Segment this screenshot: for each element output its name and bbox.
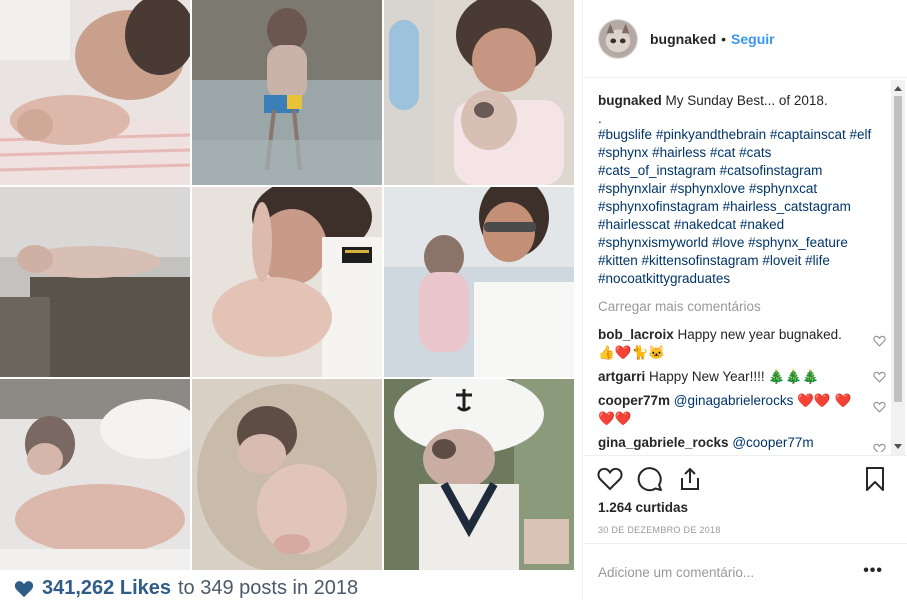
hashtag-link[interactable]: #cat [710, 145, 736, 160]
header-username[interactable]: bugnaked [650, 31, 716, 47]
hashtag-link[interactable]: #sphynxismyworld [598, 235, 708, 250]
hashtag-link[interactable]: #hairless [652, 145, 706, 160]
hashtag-link[interactable]: #cats [739, 145, 771, 160]
hashtag-link[interactable]: #captainscat [770, 127, 846, 142]
comment-like-icon[interactable] [873, 401, 886, 413]
hashtag-link[interactable]: #kittensofinstagram [642, 253, 759, 268]
hashtag-link[interactable]: #life [805, 253, 830, 268]
caption-dot: . [598, 111, 602, 126]
hashtag-link[interactable]: #nocoatkittygraduates [598, 271, 730, 286]
photo-cat-lying-bench [0, 187, 190, 377]
hashtag-link[interactable]: #pinkyandthebrain [656, 127, 766, 142]
comment-item: bob_lacroix Happy new year bugnaked. 👍❤️… [598, 326, 890, 362]
photo-woman-captain-cat [192, 187, 382, 377]
comment-item: artgarri Happy New Year!!!! 🎄🎄🎄 [598, 368, 890, 386]
comment-button[interactable] [637, 466, 663, 492]
comment-username[interactable]: gina_gabriele_rocks [598, 435, 729, 450]
save-button[interactable] [862, 466, 888, 492]
bookmark-icon [866, 467, 884, 491]
post-image[interactable]: 341,262 Likes to 349 posts in 2018 [0, 0, 574, 600]
photo-woman-sunglasses-cat [384, 187, 574, 377]
add-comment-input[interactable] [598, 562, 848, 582]
scroll-down-arrow-icon[interactable] [894, 444, 902, 449]
hashtag-link[interactable]: #sphynxlove [670, 181, 745, 196]
more-options-button[interactable]: ••• [863, 562, 883, 580]
photo-kitten-in-blanket [192, 379, 382, 570]
post-actions [583, 455, 907, 505]
likes-suffix: to 349 posts in 2018 [178, 577, 359, 599]
photo-cat-at-window [192, 0, 382, 185]
likes-count: 341,262 Likes [42, 577, 171, 599]
caption-text: My Sunday Best... of 2018. [665, 93, 828, 108]
likes-count-label[interactable]: 1.264 curtidas [598, 500, 688, 515]
post-sidebar: bugnaked • Seguir bugnaked My Sunday Bes… [582, 0, 907, 600]
hashtag-link[interactable]: #hairlesscat [598, 217, 670, 232]
hashtag-link[interactable]: #loveit [762, 253, 801, 268]
comments-scrollbar[interactable] [891, 80, 905, 455]
post-caption: bugnaked My Sunday Best... of 2018. [598, 92, 890, 110]
likes-summary: 341,262 Likes to 349 posts in 2018 [14, 577, 358, 600]
hashtag-link[interactable]: #sphynxofinstagram [598, 199, 719, 214]
comment-username[interactable]: bob_lacroix [598, 327, 674, 342]
comment-mention[interactable]: @ginagabrielerocks [674, 393, 794, 408]
hashtag-link[interactable]: #naked [740, 217, 784, 232]
hashtag-link[interactable]: #elf [850, 127, 872, 142]
load-more-comments-button[interactable]: Carregar mais comentários [598, 298, 890, 316]
hashtag-link[interactable]: #sphynx [598, 145, 648, 160]
photo-woman-hugging-cat-plane [384, 0, 574, 185]
photo-cat-on-bed [0, 379, 190, 570]
scroll-up-arrow-icon[interactable] [894, 86, 902, 91]
post-date: 30 DE DEZEMBRO DE 2018 [598, 525, 721, 535]
hashtag-link[interactable]: #nakedcat [674, 217, 736, 232]
hashtag-link[interactable]: #sphynx_feature [748, 235, 848, 250]
hashtag-link[interactable]: #catsofinstagram [720, 163, 823, 178]
caption-username[interactable]: bugnaked [598, 93, 662, 108]
hashtag-link[interactable]: #sphynxlair [598, 181, 666, 196]
follow-button[interactable]: Seguir [731, 31, 775, 47]
comment-username[interactable]: cooper77m [598, 393, 670, 408]
share-icon [681, 467, 699, 490]
comment-like-icon[interactable] [873, 371, 886, 383]
hashtag-link[interactable]: #cats_of_instagram [598, 163, 716, 178]
heart-icon [597, 467, 623, 491]
comment-text: Happy New Year!!!! 🎄🎄🎄 [649, 369, 819, 384]
avatar[interactable] [598, 18, 638, 59]
comment-bubble-icon [637, 467, 662, 492]
hashtag-link[interactable]: #love [712, 235, 744, 250]
photo-woman-kissing-cat [0, 0, 190, 185]
comment-item: cooper77m @ginagabrielerocks ❤️❤️ ❤️❤️❤️ [598, 392, 890, 428]
photo-collage [0, 0, 574, 570]
comment-like-icon[interactable] [873, 335, 886, 347]
hashtag-link[interactable]: #bugslife [598, 127, 652, 142]
comment-item: gina_gabriele_rocks @cooper77m [598, 434, 890, 452]
photo-cat-sailor-costume [384, 379, 574, 570]
hashtag-list: #bugslife #pinkyandthebrain #captainscat… [598, 126, 890, 288]
comment-mention[interactable]: @cooper77m [732, 435, 813, 450]
like-button[interactable] [597, 466, 623, 492]
header-separator: • [721, 30, 727, 47]
hashtag-link[interactable]: #sphynxcat [749, 181, 817, 196]
comments-list[interactable]: bugnaked My Sunday Best... of 2018. . #b… [598, 92, 890, 452]
post-header: bugnaked • Seguir [583, 0, 907, 78]
scrollbar-thumb[interactable] [894, 96, 902, 402]
add-comment-area: ••• [583, 543, 907, 600]
heart-icon [14, 580, 34, 597]
share-button[interactable] [677, 466, 703, 492]
comment-username[interactable]: artgarri [598, 369, 645, 384]
comment-like-icon[interactable] [873, 443, 886, 452]
hashtag-link[interactable]: #hairless_catstagram [723, 199, 851, 214]
hashtag-link[interactable]: #kitten [598, 253, 638, 268]
